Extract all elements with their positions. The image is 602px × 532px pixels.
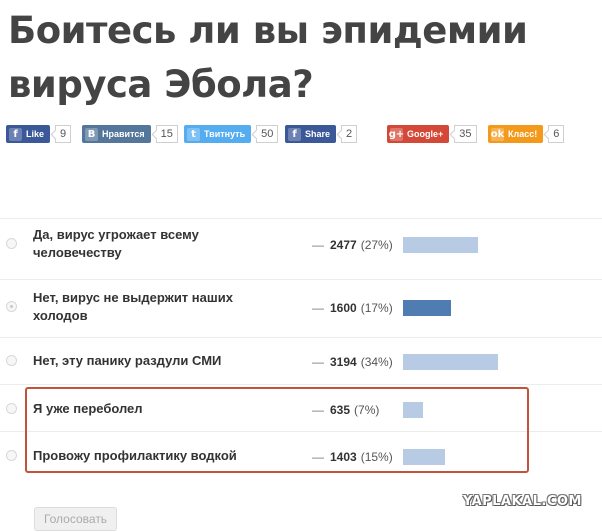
poll-radio[interactable]: [6, 355, 17, 366]
share-count: 2: [341, 125, 358, 143]
poll-option-stats: — 3194 (34%): [312, 354, 393, 370]
twitter-icon: t: [187, 127, 200, 141]
share-label: Нравится: [102, 129, 145, 139]
poll-option-label: Да, вирус угрожает всему человечеству: [33, 227, 199, 260]
share-label: Share: [305, 129, 331, 139]
vk-like-button[interactable]: B Нравится: [82, 125, 151, 143]
share-count: 50: [256, 125, 279, 143]
share-label: Твитнуть: [204, 129, 246, 139]
google-plus-share[interactable]: g+ Google+ 35: [387, 124, 477, 144]
poll-radio[interactable]: [6, 403, 17, 414]
google-plus-icon: g+: [388, 127, 405, 141]
poll-radio[interactable]: [6, 238, 17, 249]
dash: —: [312, 238, 324, 252]
vote-count: 1600: [330, 301, 357, 315]
watermark: YAPLAKAL.COM: [463, 494, 582, 509]
facebook-like-button[interactable]: f Like: [6, 125, 51, 143]
odnoklassniki-class-button[interactable]: ok Класс!: [488, 125, 544, 143]
odnoklassniki-icon: ok: [490, 127, 505, 141]
share-count: 9: [55, 125, 72, 143]
vkontakte-icon: B: [85, 127, 98, 141]
result-bar: [403, 300, 451, 316]
divider: [0, 279, 602, 280]
facebook-like-share[interactable]: f Like 9: [6, 124, 72, 144]
vote-percent: (27%): [360, 238, 393, 252]
divider: [0, 218, 602, 219]
share-count: 15: [155, 125, 178, 143]
vote-percent: (34%): [360, 355, 393, 369]
result-bar: [403, 354, 498, 370]
poll-radio-selected[interactable]: [6, 301, 17, 312]
poll-option-stats: — 1600 (17%): [312, 300, 393, 316]
share-label: Google+: [407, 129, 444, 139]
odnoklassniki-share[interactable]: ok Класс! 6: [488, 124, 565, 144]
facebook-icon: f: [9, 127, 22, 141]
divider: [0, 337, 602, 338]
facebook-share-button[interactable]: f Share: [285, 125, 337, 143]
facebook-share[interactable]: f Share 2: [285, 124, 358, 144]
dash: —: [312, 301, 324, 315]
poll-radio[interactable]: [6, 450, 17, 461]
vote-count: 2477: [330, 238, 357, 252]
highlight-frame: [25, 387, 529, 473]
vote-percent: (17%): [360, 301, 393, 315]
vote-button[interactable]: Голосовать: [34, 507, 117, 531]
page-title: Боитесь ли вы эпидемии вируса Эбола?: [8, 9, 528, 106]
dash: —: [312, 355, 324, 369]
poll-option-label: Нет, эту панику раздули СМИ: [33, 353, 222, 368]
share-count: 35: [454, 125, 477, 143]
vote-count: 3194: [330, 355, 357, 369]
share-label: Класс!: [508, 129, 538, 139]
facebook-icon: f: [288, 127, 301, 141]
result-bar: [403, 237, 478, 253]
twitter-share[interactable]: t Твитнуть 50: [184, 124, 279, 144]
twitter-tweet-button[interactable]: t Твитнуть: [184, 125, 252, 143]
divider: [0, 384, 602, 385]
poll-option-stats: — 2477 (27%): [312, 237, 393, 253]
share-count: 6: [548, 125, 565, 143]
poll-option-label: Нет, вирус не выдержит наших холодов: [33, 290, 233, 323]
share-label: Like: [26, 129, 45, 139]
vk-share[interactable]: B Нравится 15: [82, 124, 178, 144]
google-plus-button[interactable]: g+ Google+: [387, 125, 450, 143]
